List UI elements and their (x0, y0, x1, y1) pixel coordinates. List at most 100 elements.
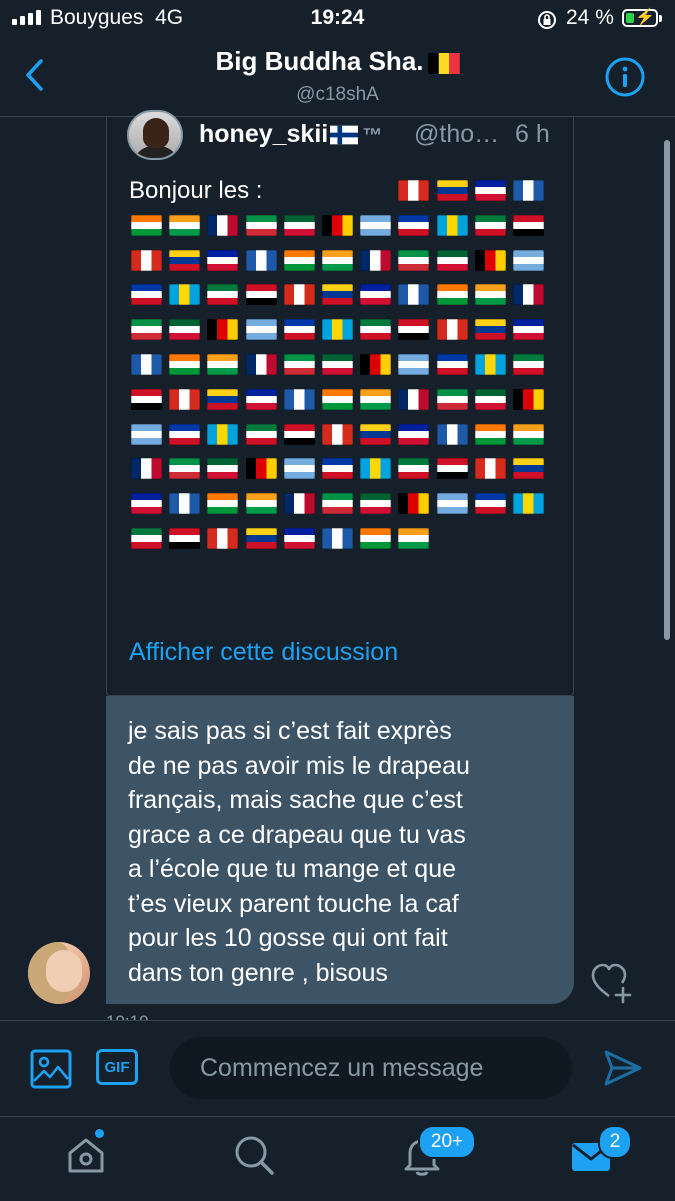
image-icon[interactable] (30, 1049, 72, 1089)
message-composer: GIF (0, 1020, 675, 1117)
flag-emoji (207, 214, 239, 236)
battery-icon: ⚡ (622, 9, 658, 27)
flag-emoji (245, 423, 277, 445)
info-icon[interactable] (604, 56, 646, 98)
flag-emoji (360, 214, 392, 236)
flag-emoji (513, 354, 544, 375)
flag-emoji (207, 423, 239, 445)
flag-emoji (283, 423, 315, 445)
quoted-tweet-card[interactable]: honey_skii ™ @tho… 6 h Bonjour les : Affi… (106, 110, 574, 696)
flag-emoji (360, 388, 392, 410)
flag-emoji (283, 319, 315, 341)
flag-emoji (398, 423, 430, 445)
flag-emoji (131, 354, 162, 375)
flag-emoji (283, 249, 315, 271)
search-icon[interactable] (232, 1133, 276, 1177)
flag-emoji (322, 319, 353, 341)
home-icon[interactable] (64, 1133, 108, 1177)
battery-tip (659, 15, 662, 22)
flag-emoji (360, 423, 392, 445)
flag-emoji (360, 249, 392, 271)
flag-emoji (513, 214, 544, 236)
flag-emoji (322, 388, 353, 410)
send-icon[interactable] (602, 1048, 644, 1088)
flag-emoji (322, 214, 353, 236)
flag-emoji (207, 528, 239, 549)
flag-emoji (322, 458, 353, 480)
flag-emoji (436, 180, 468, 201)
flag-emoji (474, 214, 506, 236)
flag-emoji (245, 458, 277, 480)
flag-emoji (474, 319, 506, 341)
flag-emoji (322, 493, 353, 515)
finland-flag-icon (330, 126, 359, 145)
flag-emoji (436, 214, 468, 236)
flag-emoji (436, 354, 468, 375)
flag-emoji (245, 528, 277, 549)
show-thread-link[interactable]: Afficher cette discussion (129, 638, 398, 667)
flag-emoji (474, 354, 506, 375)
flag-emoji (245, 284, 277, 306)
flag-emoji (245, 388, 277, 410)
flag-emoji (131, 458, 162, 480)
flag-emoji (398, 528, 430, 549)
flag-emoji (207, 458, 239, 480)
flag-emoji (322, 249, 353, 271)
flag-emoji (207, 388, 239, 410)
flag-emoji (436, 493, 468, 515)
flag-emoji (283, 284, 315, 306)
quoted-tweet-avatar[interactable] (127, 110, 183, 160)
flag-emoji (474, 493, 506, 515)
flag-emoji (398, 458, 430, 480)
flag-emoji (169, 423, 201, 445)
conversation-title[interactable]: Big Buddha Sha. (0, 46, 675, 77)
message-bubble[interactable]: je sais pas si c’est fait exprès de ne p… (106, 696, 574, 1004)
flag-emoji (474, 249, 506, 271)
flag-emoji (245, 319, 277, 341)
flag-emoji (245, 214, 277, 236)
status-bar: Bouygues 4G 19:24 24 % ⚡ (0, 0, 675, 38)
flag-emoji (398, 319, 430, 341)
flag-emoji (169, 458, 201, 480)
flag-emoji (513, 388, 544, 410)
heart-add-icon[interactable] (590, 962, 634, 1004)
flag-emoji (436, 388, 468, 410)
sender-avatar[interactable] (28, 942, 90, 1004)
scrollbar[interactable] (664, 140, 670, 640)
flag-emoji (245, 493, 277, 515)
flag-emoji (360, 284, 392, 306)
flag-emoji (322, 423, 353, 445)
message-input[interactable] (170, 1037, 572, 1099)
flag-emoji (283, 388, 315, 410)
flag-emoji (436, 458, 468, 480)
flag-emoji (513, 493, 544, 515)
orientation-lock-icon (538, 11, 556, 29)
flag-emoji (131, 423, 162, 445)
flag-emoji (360, 493, 392, 515)
flag-emoji (322, 354, 353, 375)
battery-percent: 24 % (566, 6, 614, 29)
flag-emoji (398, 180, 430, 201)
quoted-tweet-handle: @tho… (414, 120, 500, 148)
flag-emoji (322, 528, 353, 549)
flag-emoji (398, 249, 430, 271)
flag-emoji (474, 423, 506, 445)
flag-emoji (360, 319, 392, 341)
notifications-badge: 20+ (418, 1125, 476, 1159)
flag-emoji (474, 180, 506, 201)
flag-emoji-grid (131, 174, 561, 614)
gif-button[interactable]: GIF (96, 1049, 138, 1085)
flag-emoji (436, 319, 468, 341)
flag-emoji (436, 249, 468, 271)
flag-emoji (398, 284, 430, 306)
flag-emoji (245, 354, 277, 375)
flag-emoji (283, 493, 315, 515)
tm-symbol: ™ (362, 125, 383, 147)
flag-emoji (207, 493, 239, 515)
conversation-header: Big Buddha Sha. @c18shA (0, 38, 675, 117)
flag-emoji (513, 284, 544, 306)
flag-emoji (513, 458, 544, 480)
flag-emoji (169, 319, 201, 341)
flag-emoji (283, 214, 315, 236)
flag-emoji (322, 284, 353, 306)
